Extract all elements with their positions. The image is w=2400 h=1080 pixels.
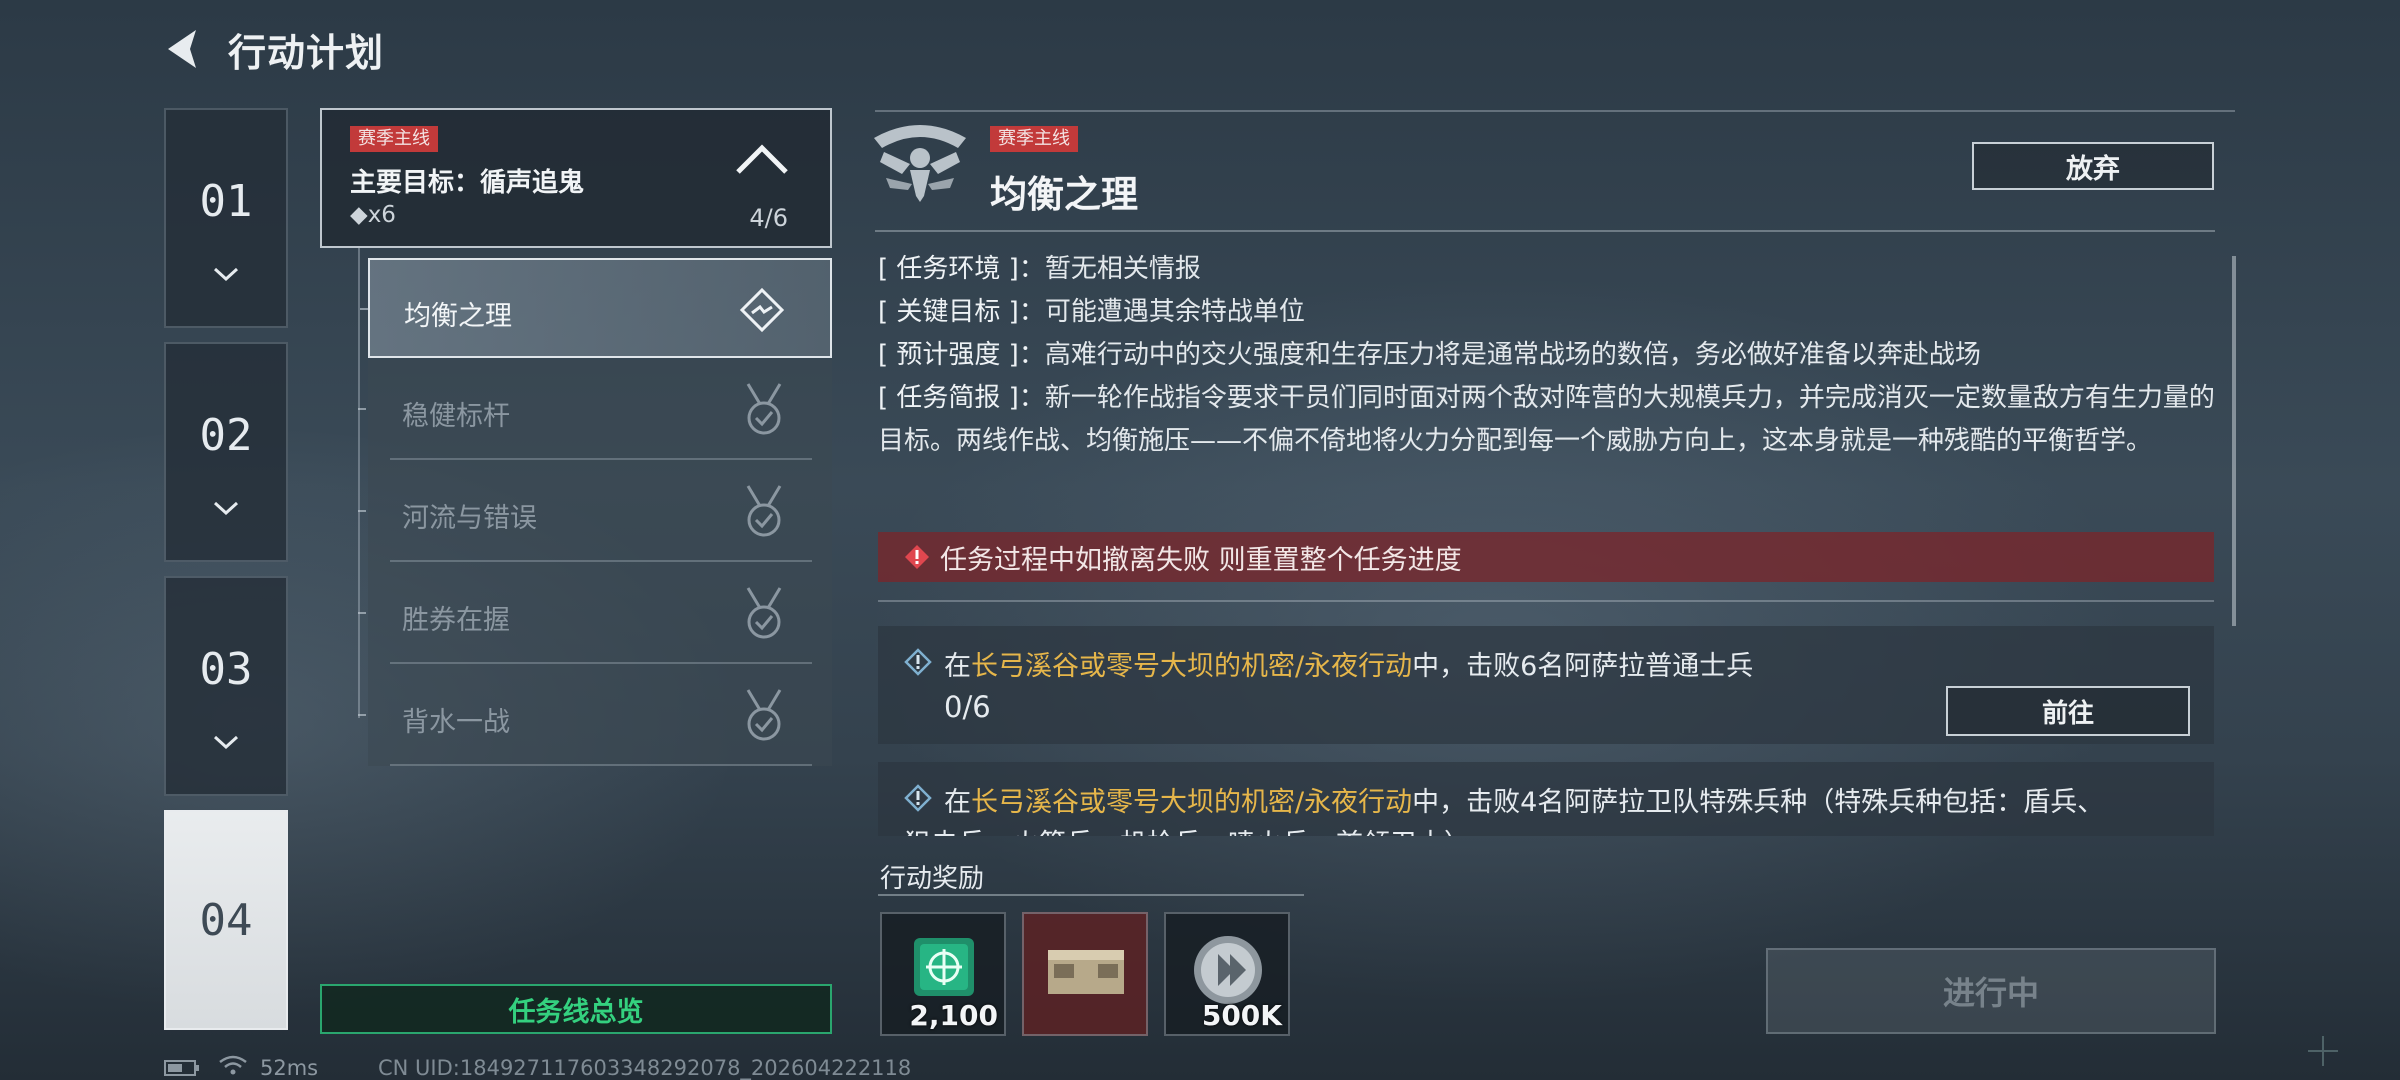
info-diamond-icon — [904, 648, 932, 676]
divider — [390, 764, 812, 766]
chevron-down-icon — [213, 267, 239, 281]
task-progress: 0/6 — [944, 690, 991, 724]
ammo-box-icon — [1048, 950, 1124, 994]
divider — [878, 600, 2214, 602]
chapter-tab-02[interactable]: 02 — [164, 342, 288, 562]
task-location: 长弓溪谷或零号大坝的机密/永夜行动 — [971, 651, 1413, 682]
reward-item[interactable]: 500K — [1164, 912, 1290, 1036]
ping-readout: 52ms — [260, 1056, 319, 1080]
in-progress-button: 进行中 — [1766, 948, 2216, 1034]
reward-item[interactable] — [1022, 912, 1148, 1036]
coin-icon — [1194, 936, 1262, 1004]
tree-connector — [358, 248, 360, 718]
wifi-icon — [219, 1055, 247, 1075]
intensity-value: 高难行动中的交火强度和生存压力将是通常战场的数倍，务必做好准备以奔赴战场 — [1044, 340, 1981, 370]
target-value: 可能遭遇其余特战单位 — [1044, 297, 1305, 327]
rewards-label: 行动奖励 — [880, 864, 985, 894]
season-tag: 赛季主线 — [990, 126, 1078, 152]
task-text-line2: 狙击兵、火箭兵、机枪兵、喷火兵、首领卫士） — [904, 822, 1471, 836]
active-quest-icon — [739, 287, 785, 333]
goto-button[interactable]: 前往 — [1946, 686, 2190, 736]
subquest-label: 稳健标杆 — [402, 401, 510, 432]
objective-progress: 4/6 — [749, 204, 788, 232]
divider — [875, 110, 2235, 112]
medal-check-icon — [746, 485, 782, 537]
target-key: [ 关键目标 ]： — [878, 297, 1045, 327]
warning-banner: 任务过程中如撤离失败 则重置整个任务进度 — [878, 532, 2214, 582]
page-title: 行动计划 — [228, 31, 385, 75]
medal-check-icon — [746, 383, 782, 435]
user-id: CN UID:184927117603348292078_20260422211… — [378, 1056, 912, 1080]
task-item: 在长弓溪谷或零号大坝的机密/永夜行动中，击败4名阿萨拉卫队特殊兵种（特殊兵种包括… — [878, 762, 2214, 836]
subquest-item[interactable]: 背水一战 — [358, 666, 832, 766]
tree-node — [360, 308, 368, 310]
tree-node — [358, 408, 366, 410]
chapter-tab-03[interactable]: 03 — [164, 576, 288, 796]
battery-icon — [164, 1060, 199, 1076]
divider — [390, 458, 812, 460]
subquest-item[interactable]: 稳健标杆 — [358, 360, 832, 460]
objective-count: ◆x6 — [350, 202, 396, 228]
medal-check-icon — [746, 587, 782, 639]
reward-qty: 500K — [1201, 999, 1282, 1032]
scrollbar[interactable] — [2232, 256, 2236, 626]
intensity-key: [ 预计强度 ]： — [878, 340, 1045, 370]
chapter-number: 03 — [199, 643, 253, 695]
supply-crate-icon — [914, 938, 974, 996]
brief-value: 新一轮作战指令要求干员们同时面对两个敌对阵营的大规模兵力，并完成消灭一定数量敌方… — [878, 383, 2215, 456]
subquest-label: 胜券在握 — [402, 605, 510, 636]
subquest-label: 均衡之理 — [404, 301, 512, 332]
divider — [878, 894, 1304, 896]
chapter-number: 01 — [199, 175, 253, 227]
eagle-emblem-icon — [874, 125, 966, 202]
warning-text: 任务过程中如撤离失败 则重置整个任务进度 — [940, 544, 1462, 576]
quest-description: [ 任务环境 ]：暂无相关情报 [ 关键目标 ]：可能遭遇其余特战单位 [ 预计… — [878, 248, 2218, 463]
chapter-tab-01[interactable]: 01 — [164, 108, 288, 328]
plus-icon — [2308, 1036, 2338, 1066]
chevron-up-icon[interactable] — [734, 144, 790, 176]
task-location: 长弓溪谷或零号大坝的机密/永夜行动 — [971, 787, 1413, 818]
back-arrow-icon[interactable] — [160, 26, 206, 72]
tree-node — [358, 714, 366, 716]
season-tag: 赛季主线 — [350, 126, 438, 152]
subquest-item[interactable]: 胜券在握 — [358, 564, 832, 664]
reward-item[interactable]: 2,100 — [880, 912, 1006, 1036]
env-key: [ 任务环境 ]： — [878, 254, 1045, 284]
divider — [390, 560, 812, 562]
env-value: 暂无相关情报 — [1044, 254, 1201, 284]
reward-qty: 2,100 — [909, 999, 998, 1032]
subquest-label: 背水一战 — [402, 707, 510, 738]
task-item: 在长弓溪谷或零号大坝的机密/永夜行动中，击败6名阿萨拉普通士兵 0/6 前往 — [878, 626, 2214, 744]
medal-check-icon — [746, 689, 782, 741]
questline-overview-button[interactable]: 任务线总览 — [320, 984, 832, 1034]
chapter-number: 02 — [199, 409, 253, 461]
divider — [390, 662, 812, 664]
brief-key: [ 任务简报 ]： — [878, 383, 1045, 413]
warning-icon — [905, 545, 929, 569]
chevron-down-icon — [213, 501, 239, 515]
subquest-item[interactable]: 河流与错误 — [358, 462, 832, 562]
tree-node — [358, 612, 366, 614]
abandon-button[interactable]: 放弃 — [1972, 142, 2214, 190]
tree-node — [358, 510, 366, 512]
divider — [875, 230, 2215, 232]
main-objective-card[interactable]: 赛季主线 主要目标：循声追鬼 ◆x6 4/6 — [320, 108, 832, 248]
task-text: 在长弓溪谷或零号大坝的机密/永夜行动中，击败6名阿萨拉普通士兵 — [944, 651, 1754, 682]
subquest-item[interactable]: 均衡之理 — [360, 258, 832, 358]
subquest-label: 河流与错误 — [402, 503, 537, 534]
chapter-number: 04 — [199, 894, 253, 946]
objective-title: 主要目标：循声追鬼 — [350, 168, 585, 198]
task-text: 在长弓溪谷或零号大坝的机密/永夜行动中，击败4名阿萨拉卫队特殊兵种（特殊兵种包括… — [944, 787, 2105, 818]
task-list: 在长弓溪谷或零号大坝的机密/永夜行动中，击败6名阿萨拉普通士兵 0/6 前往 在… — [878, 626, 2218, 836]
info-diamond-icon — [904, 784, 932, 812]
chevron-down-icon — [213, 735, 239, 749]
quest-title: 均衡之理 — [990, 173, 1138, 216]
chapter-tab-04[interactable]: 04 — [164, 810, 288, 1030]
